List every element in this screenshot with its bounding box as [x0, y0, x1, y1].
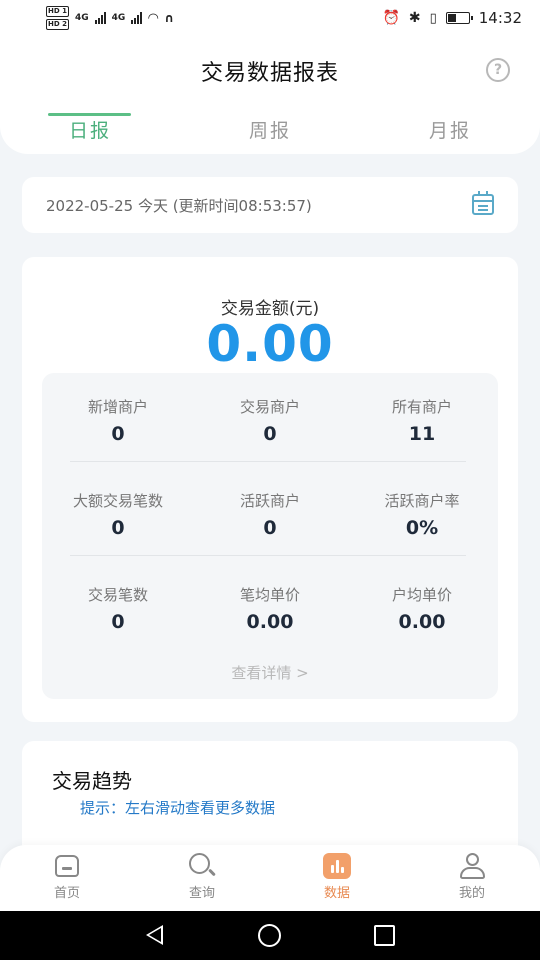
row-divider [70, 555, 466, 556]
wifi-icon: ◠ [148, 10, 159, 26]
stat-value: 0% [405, 517, 439, 539]
search-icon [188, 853, 216, 879]
stat-label: 笔均单价 [239, 586, 300, 604]
stat-value: 0 [111, 611, 125, 633]
stats-row: 大额交易笔数 0 活跃商户 0 活跃商户率 0% [42, 487, 498, 575]
stat-label: 活跃商户 [239, 492, 300, 510]
status-time: 14:32 [478, 9, 522, 27]
nav-item-me[interactable]: 我的 [437, 853, 507, 901]
stats-grid: 新增商户 0 交易商户 0 所有商户 11 大额交易笔数 0 活跃商户 0 活跃… [42, 373, 498, 699]
stat-avg-per-transaction: 笔均单价 0.00 [194, 581, 346, 635]
stats-row: 新增商户 0 交易商户 0 所有商户 11 [42, 393, 498, 481]
stat-active-rate: 活跃商户率 0% [346, 487, 498, 541]
stat-value: 0 [263, 423, 277, 445]
system-nav-bar [0, 911, 540, 960]
nav-label: 首页 [53, 886, 80, 901]
vibrate-icon: ▯ [429, 10, 437, 26]
stat-label: 大额交易笔数 [72, 492, 163, 510]
hd2-badge: HD 2 [46, 19, 69, 30]
tab-daily[interactable]: 日报 [45, 116, 135, 143]
stat-label: 交易笔数 [87, 586, 148, 604]
bottom-nav: 首页 查询 数据 我的 [0, 845, 540, 911]
stat-value: 0 [111, 423, 125, 445]
tab-weekly[interactable]: 周报 [225, 116, 315, 143]
header: 交易数据报表 ? 日报 周报 月报 [0, 36, 540, 154]
nav-label: 我的 [458, 886, 485, 901]
battery-icon [445, 12, 473, 24]
date-text: 2022-05-25 今天 (更新时间08:53:57) [46, 196, 312, 215]
trend-hint: 提示：左右滑动查看更多数据 [80, 799, 276, 817]
stat-large-transactions: 大额交易笔数 0 [42, 487, 194, 541]
nav-label: 查询 [188, 886, 215, 901]
row-divider [70, 461, 466, 462]
question-circle-icon[interactable]: ? [486, 58, 510, 82]
nav-item-data[interactable]: 数据 [302, 853, 372, 901]
stat-avg-per-merchant: 户均单价 0.00 [346, 581, 498, 635]
back-icon[interactable] [146, 925, 163, 945]
nav-label: 数据 [323, 886, 350, 901]
tab-monthly[interactable]: 月报 [405, 116, 495, 143]
report-tabs: 日报 周报 月报 [0, 102, 540, 154]
status-left: HD 1 HD 2 4G 4G ◠ ∩ [46, 5, 174, 31]
stat-new-merchants: 新增商户 0 [42, 393, 194, 447]
stat-all-merchants: 所有商户 11 [346, 393, 498, 447]
page-title: 交易数据报表 [200, 61, 339, 86]
nav-item-search[interactable]: 查询 [167, 853, 237, 901]
view-details-link[interactable]: 查看详情 > [42, 662, 498, 683]
bluetooth-icon: ✱ [408, 10, 421, 26]
home-icon [53, 853, 81, 879]
amount-value: 0.00 [206, 315, 334, 373]
stat-trading-merchants: 交易商户 0 [194, 393, 346, 447]
stat-value: 0 [111, 517, 125, 539]
nav-item-home[interactable]: 首页 [32, 853, 102, 901]
hd-badges: HD 1 HD 2 [46, 5, 69, 31]
status-bar: HD 1 HD 2 4G 4G ◠ ∩ ⏰ ✱ ▯ 14:32 [0, 0, 540, 36]
signal-1-icon [94, 12, 106, 24]
date-selector[interactable]: 2022-05-25 今天 (更新时间08:53:57) [22, 177, 518, 233]
user-icon [458, 853, 486, 879]
stat-label: 新增商户 [87, 398, 148, 416]
trend-title: 交易趋势 [52, 769, 132, 793]
stat-label: 交易商户 [239, 398, 300, 416]
data-chart-icon [323, 853, 351, 879]
stat-transaction-count: 交易笔数 0 [42, 581, 194, 635]
alarm-icon: ⏰ [382, 10, 400, 26]
calendar-icon[interactable] [472, 191, 494, 215]
network-type-2: 4G [111, 13, 126, 23]
stat-value: 0 [263, 517, 277, 539]
status-right: ⏰ ✱ ▯ 14:32 [382, 9, 522, 27]
stat-label: 所有商户 [391, 398, 452, 416]
stat-active-merchants: 活跃商户 0 [194, 487, 346, 541]
stats-row: 交易笔数 0 笔均单价 0.00 户均单价 0.00 [42, 581, 498, 669]
stat-label: 活跃商户率 [384, 492, 460, 510]
recent-apps-icon[interactable] [374, 925, 395, 946]
stat-value: 0.00 [246, 611, 294, 633]
stat-value: 11 [408, 423, 436, 445]
home-circle-icon[interactable] [258, 924, 281, 947]
headset-icon: ∩ [164, 11, 175, 25]
summary-card: 交易金额(元) 0.00 新增商户 0 交易商户 0 所有商户 11 大额交易笔… [22, 257, 518, 722]
active-tab-indicator [48, 113, 131, 116]
hd1-badge: HD 1 [46, 6, 69, 17]
signal-2-icon [131, 12, 143, 24]
network-type-1: 4G [74, 13, 89, 23]
stat-value: 0.00 [398, 611, 446, 633]
stat-label: 户均单价 [391, 586, 452, 604]
